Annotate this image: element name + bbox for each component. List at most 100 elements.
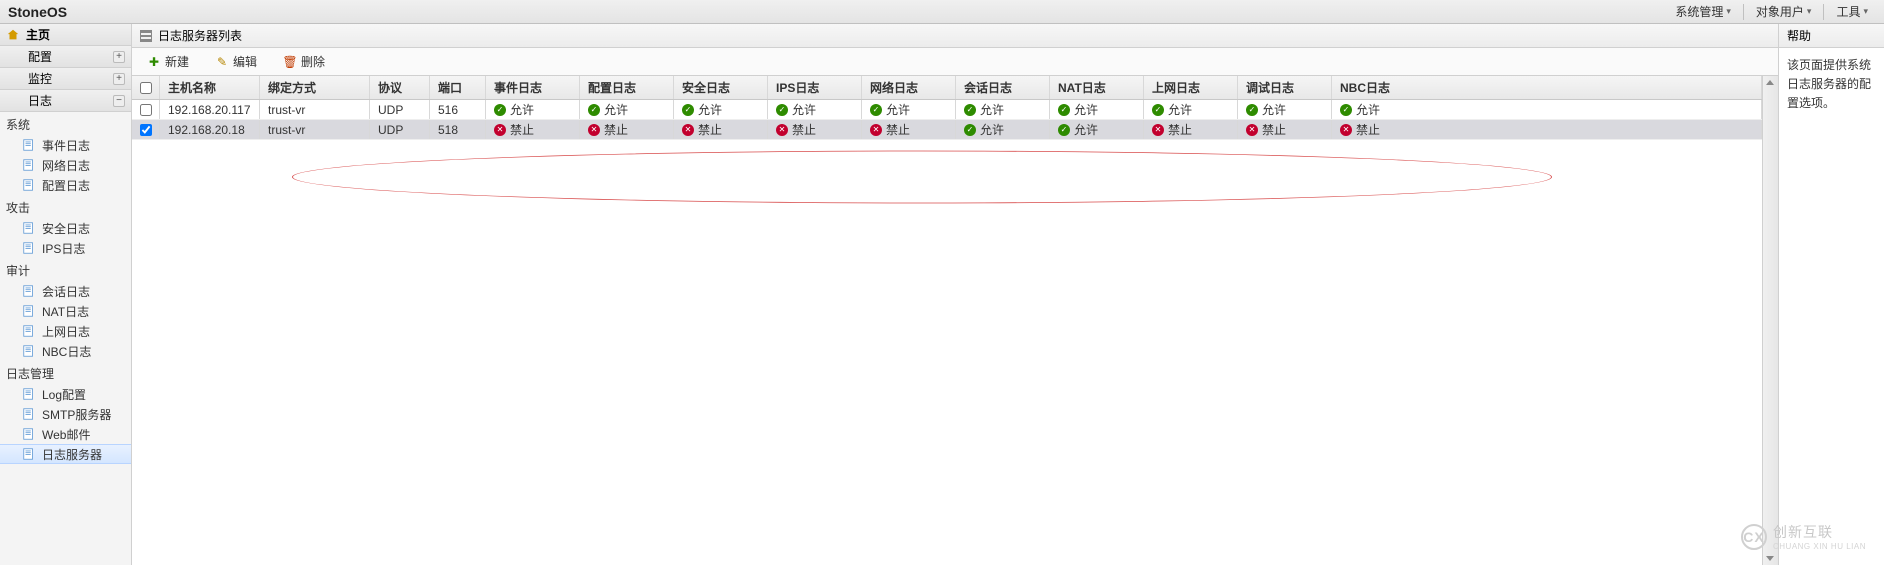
sidebar-config[interactable]: 配置 +	[0, 46, 131, 68]
topbar: StoneOS 系统管理▾ 对象用户▾ 工具▾	[0, 0, 1884, 24]
edit-button-label: 编辑	[233, 53, 257, 70]
sidebar-monitor[interactable]: 监控 +	[0, 68, 131, 90]
check-icon: ✓	[870, 104, 882, 116]
row-checkbox[interactable]	[140, 124, 152, 136]
sidebar-item-label: 日志服务器	[42, 446, 102, 463]
sidebar-item-label: SMTP服务器	[42, 406, 111, 423]
vertical-scrollbar[interactable]	[1762, 76, 1778, 565]
table-row[interactable]: 192.168.20.117trust-vrUDP516✓允许✓允许✓允许✓允许…	[132, 100, 1762, 120]
separator	[1823, 4, 1824, 20]
cell-proto: UDP	[370, 100, 430, 119]
status-label: 允许	[1262, 101, 1286, 118]
sidebar-item[interactable]: 事件日志	[0, 135, 131, 155]
sidebar-item[interactable]: 会话日志	[0, 281, 131, 301]
check-icon: ✓	[964, 104, 976, 116]
sidebar-item[interactable]: NBC日志	[0, 341, 131, 361]
page-icon	[22, 324, 36, 338]
status-label: 禁止	[510, 121, 534, 138]
sidebar-item[interactable]: 网络日志	[0, 155, 131, 175]
page-icon	[22, 158, 36, 172]
header-config[interactable]: 配置日志	[580, 76, 674, 99]
header-proto[interactable]: 协议	[370, 76, 430, 99]
header-security[interactable]: 安全日志	[674, 76, 768, 99]
row-checkbox-cell	[132, 100, 160, 119]
sidebar-groups: 系统事件日志网络日志配置日志攻击安全日志IPS日志审计会话日志NAT日志上网日志…	[0, 112, 131, 464]
cell-bind: trust-vr	[260, 120, 370, 139]
check-icon: ✓	[964, 124, 976, 136]
status-label: 禁止	[1262, 121, 1286, 138]
check-icon: ✓	[1340, 104, 1352, 116]
sidebar-config-label: 配置	[28, 48, 52, 65]
header-network[interactable]: 网络日志	[862, 76, 956, 99]
cell-ips: ✓允许	[768, 100, 862, 119]
page-icon	[22, 304, 36, 318]
header-port[interactable]: 端口	[430, 76, 486, 99]
sidebar-item[interactable]: 安全日志	[0, 218, 131, 238]
header-host[interactable]: 主机名称	[160, 76, 260, 99]
cell-nbc: ✓允许	[1332, 100, 1762, 119]
page-icon	[22, 138, 36, 152]
menu-system[interactable]: 系统管理▾	[1667, 3, 1739, 20]
page-icon	[22, 241, 36, 255]
cell-debug: ✕禁止	[1238, 120, 1332, 139]
cell-host: 192.168.20.117	[160, 100, 260, 119]
cross-icon: ✕	[776, 124, 788, 136]
check-icon: ✓	[1246, 104, 1258, 116]
cell-network: ✓允许	[862, 100, 956, 119]
sidebar-item[interactable]: 日志服务器	[0, 444, 131, 464]
page-icon	[22, 427, 36, 441]
edit-button[interactable]: ✎ 编辑	[208, 50, 264, 73]
new-button[interactable]: ✚ 新建	[140, 50, 196, 73]
select-all-checkbox[interactable]	[140, 82, 152, 94]
sidebar-item[interactable]: Log配置	[0, 384, 131, 404]
sidebar-home-label: 主页	[26, 26, 50, 43]
trash-icon: 🗑	[283, 55, 297, 69]
new-button-label: 新建	[165, 53, 189, 70]
plus-circle-icon: ✚	[147, 55, 161, 69]
grid-icon	[140, 30, 152, 42]
header-bind[interactable]: 绑定方式	[260, 76, 370, 99]
row-checkbox-cell	[132, 120, 160, 139]
check-icon: ✓	[1058, 124, 1070, 136]
menu-tools[interactable]: 工具▾	[1828, 3, 1876, 20]
delete-button[interactable]: 🗑删除	[276, 50, 332, 73]
check-icon: ✓	[776, 104, 788, 116]
help-title: 帮助	[1787, 27, 1811, 44]
sidebar-item[interactable]: 上网日志	[0, 321, 131, 341]
cross-icon: ✕	[682, 124, 694, 136]
chevron-down-icon: ▾	[1863, 6, 1868, 17]
sidebar-item-label: 上网日志	[42, 323, 90, 340]
status-label: 禁止	[604, 121, 628, 138]
header-nat[interactable]: NAT日志	[1050, 76, 1144, 99]
table-row[interactable]: 192.168.20.18trust-vrUDP518✕禁止✕禁止✕禁止✕禁止✕…	[132, 120, 1762, 140]
header-web[interactable]: 上网日志	[1144, 76, 1238, 99]
menu-object[interactable]: 对象用户▾	[1748, 3, 1820, 20]
row-checkbox[interactable]	[140, 104, 152, 116]
pencil-icon: ✎	[215, 55, 229, 69]
grid-header: 主机名称 绑定方式 协议 端口 事件日志 配置日志 安全日志 IPS日志 网络日…	[132, 76, 1762, 100]
header-nbc[interactable]: NBC日志	[1332, 76, 1762, 99]
header-ips[interactable]: IPS日志	[768, 76, 862, 99]
status-label: 允许	[1074, 101, 1098, 118]
header-event[interactable]: 事件日志	[486, 76, 580, 99]
menu-object-label: 对象用户	[1756, 3, 1804, 20]
watermark: CX 创新互联 CHUANG XIN HU LIAN	[1741, 522, 1866, 551]
cell-session: ✓允许	[956, 100, 1050, 119]
cell-event: ✕禁止	[486, 120, 580, 139]
panel-header: 日志服务器列表	[132, 24, 1778, 48]
sidebar-home[interactable]: 主页	[0, 24, 131, 46]
chevron-down-icon: ▾	[1807, 6, 1812, 17]
sidebar-log[interactable]: 日志 −	[0, 90, 131, 112]
sidebar-item[interactable]: IPS日志	[0, 238, 131, 258]
sidebar-item[interactable]: Web邮件	[0, 424, 131, 444]
status-label: 允许	[698, 101, 722, 118]
header-debug[interactable]: 调试日志	[1238, 76, 1332, 99]
sidebar-item[interactable]: 配置日志	[0, 175, 131, 195]
cross-icon: ✕	[588, 124, 600, 136]
page-icon	[22, 178, 36, 192]
header-session[interactable]: 会话日志	[956, 76, 1050, 99]
sidebar-item[interactable]: SMTP服务器	[0, 404, 131, 424]
status-label: 允许	[1074, 121, 1098, 138]
cell-security: ✕禁止	[674, 120, 768, 139]
sidebar-item[interactable]: NAT日志	[0, 301, 131, 321]
